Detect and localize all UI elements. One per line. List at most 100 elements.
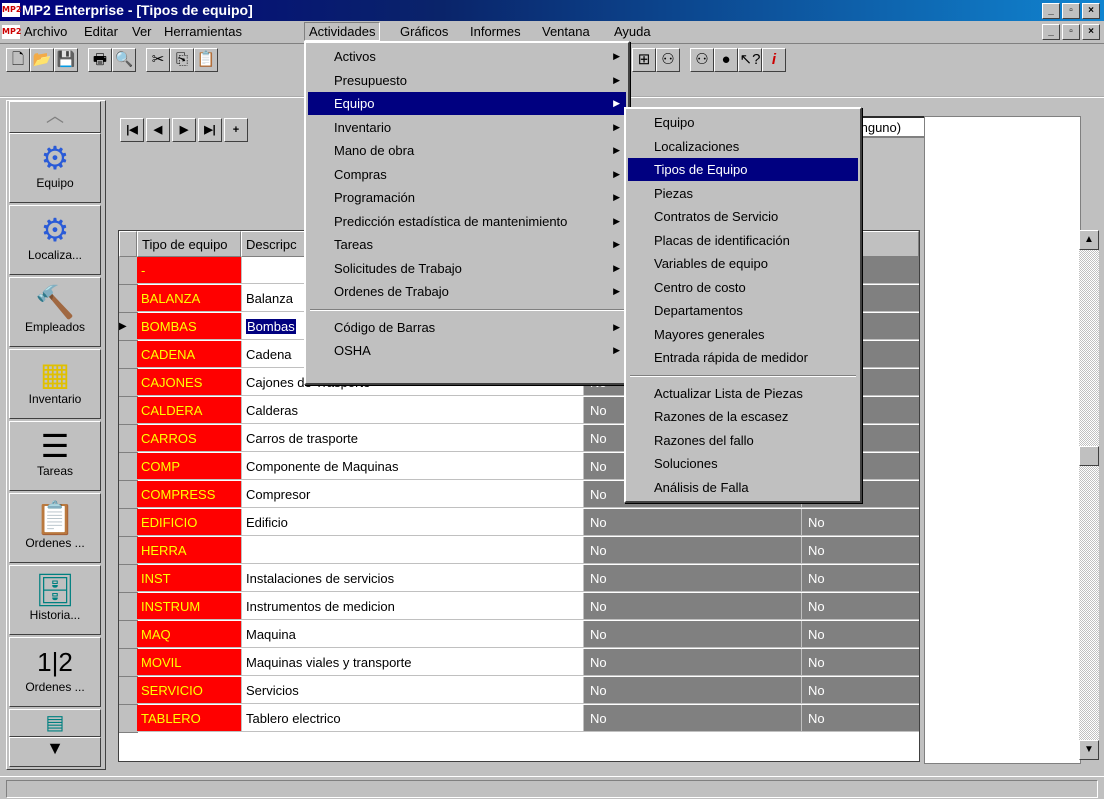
cell-variable[interactable]: No (801, 649, 919, 676)
vertical-scrollbar[interactable]: ▲ ▼ (1079, 230, 1099, 760)
menu-item-ordenes-de-trabajo[interactable]: Ordenes de Trabajo ▶ (308, 280, 626, 303)
cell-variable[interactable]: No (801, 621, 919, 648)
menu-item-equipo[interactable]: Equipo (628, 111, 858, 134)
doc-restore-button[interactable]: ▫ (1062, 24, 1080, 40)
menu-item-centro-de-costo[interactable]: Centro de costo (628, 276, 858, 299)
row-indicator[interactable] (119, 285, 138, 313)
menu-item-localizaciones[interactable]: Localizaciones (628, 135, 858, 158)
cell-tipo[interactable]: CALDERA (137, 397, 241, 424)
row-indicator[interactable] (119, 621, 138, 649)
cell-tipo[interactable]: COMPRESS (137, 481, 241, 508)
menu-item-mayores-generales[interactable]: Mayores generales (628, 323, 858, 346)
table-row[interactable]: SERVICIO Servicios No No (119, 677, 919, 705)
menu-item-solicitudes-de-trabajo[interactable]: Solicitudes de Trabajo ▶ (308, 257, 626, 280)
cell-descripcion[interactable]: Tablero electrico (241, 705, 583, 732)
menu-ayuda[interactable]: Ayuda (614, 24, 651, 39)
table-row[interactable]: INST Instalaciones de servicios No No (119, 565, 919, 593)
cell-col3[interactable]: No (583, 705, 801, 732)
cell-descripcion[interactable]: Instalaciones de servicios (241, 565, 583, 592)
row-indicator[interactable] (119, 593, 138, 621)
row-indicator[interactable] (119, 397, 138, 425)
scroll-up-button[interactable]: ︿ (9, 101, 101, 133)
cell-tipo[interactable]: MOVIL (137, 649, 241, 676)
row-indicator[interactable] (119, 453, 138, 481)
menu-item-inventario[interactable]: Inventario ▶ (308, 116, 626, 139)
menu-item-piezas[interactable]: Piezas (628, 182, 858, 205)
cell-tipo[interactable]: EDIFICIO (137, 509, 241, 536)
table-row[interactable]: MOVIL Maquinas viales y transporte No No (119, 649, 919, 677)
menu-ventana[interactable]: Ventana (542, 24, 590, 39)
row-indicator[interactable] (119, 341, 138, 369)
col-header-tipo[interactable]: Tipo de equipo (137, 231, 241, 257)
find-next-icon[interactable]: ⚇ (690, 48, 714, 72)
menu-item-programaci-n[interactable]: Programación ▶ (308, 186, 626, 209)
menu-item-variables-de-equipo[interactable]: Variables de equipo (628, 252, 858, 275)
cell-tipo[interactable]: CARROS (137, 425, 241, 452)
paste-icon[interactable]: 📋 (194, 48, 218, 72)
menu-item-presupuesto[interactable]: Presupuesto ▶ (308, 69, 626, 92)
menu-ver[interactable]: Ver (132, 24, 152, 39)
cell-col3[interactable]: No (583, 537, 801, 564)
print-preview-icon[interactable]: 🔍 (112, 48, 136, 72)
row-indicator[interactable] (119, 509, 138, 537)
cut-icon[interactable]: ✂ (146, 48, 170, 72)
menu-actividades[interactable]: Actividades (304, 22, 381, 41)
cell-col3[interactable]: No (583, 621, 801, 648)
cell-descripcion[interactable]: Servicios (241, 677, 583, 704)
menu-item-placas-de-identificaci-n[interactable]: Placas de identificación (628, 229, 858, 252)
sidebar-item-tareas[interactable]: ☰ Tareas (9, 421, 101, 491)
sidebar-item-calculator[interactable]: ▤ (9, 709, 101, 737)
cell-tipo[interactable]: INSTRUM (137, 593, 241, 620)
table-row[interactable]: EDIFICIO Edificio No No (119, 509, 919, 537)
new-icon[interactable]: 🗋 (6, 48, 30, 72)
next-record-button[interactable]: ▶ (172, 118, 196, 142)
sidebar-item-inventario[interactable]: ▦ Inventario (9, 349, 101, 419)
row-indicator[interactable] (119, 257, 138, 285)
row-indicator[interactable]: ▶ (119, 313, 138, 341)
cell-descripcion[interactable]: Maquina (241, 621, 583, 648)
scroll-down-arrow[interactable]: ▼ (1079, 740, 1099, 760)
menu-item-osha[interactable]: OSHA ▶ (308, 339, 626, 362)
menu-item-tipos-de-equipo[interactable]: Tipos de Equipo (628, 158, 858, 181)
sidebar-item-historia[interactable]: 🗄 Historia... (9, 565, 101, 635)
prev-record-button[interactable]: ◀ (146, 118, 170, 142)
row-indicator[interactable] (119, 649, 138, 677)
minimize-button[interactable]: _ (1042, 3, 1060, 19)
scroll-down-button[interactable]: ▼ (9, 737, 101, 767)
cell-col3[interactable]: No (583, 677, 801, 704)
cell-descripcion[interactable]: Edificio (241, 509, 583, 536)
sidebar-item-empleados[interactable]: 🔨 Empleados (9, 277, 101, 347)
menu-item-razones-de-la-escasez[interactable]: Razones de la escasez (628, 405, 858, 428)
cell-descripcion[interactable] (241, 537, 583, 564)
print-icon[interactable]: 🖶 (88, 48, 112, 72)
cell-tipo[interactable]: HERRA (137, 537, 241, 564)
filter-icon[interactable]: ⊞ (632, 48, 656, 72)
scroll-thumb[interactable] (1079, 446, 1099, 466)
stop-icon[interactable]: ● (714, 48, 738, 72)
cell-tipo[interactable]: CADENA (137, 341, 241, 368)
sidebar-item-ordenes[interactable]: 📋 Ordenes ... (9, 493, 101, 563)
menu-item-departamentos[interactable]: Departamentos (628, 299, 858, 322)
cell-tipo[interactable]: CAJONES (137, 369, 241, 396)
row-indicator[interactable] (119, 425, 138, 453)
menu-item-mano-de-obra[interactable]: Mano de obra ▶ (308, 139, 626, 162)
table-row[interactable]: HERRA No No (119, 537, 919, 565)
cell-descripcion[interactable]: Instrumentos de medicion (241, 593, 583, 620)
cell-tipo[interactable]: INST (137, 565, 241, 592)
row-indicator[interactable] (119, 677, 138, 705)
cell-variable[interactable]: No (801, 565, 919, 592)
cell-col3[interactable]: No (583, 649, 801, 676)
menu-item-soluciones[interactable]: Soluciones (628, 452, 858, 475)
menu-archivo[interactable]: Archivo (24, 24, 67, 39)
menu-editar[interactable]: Editar (84, 24, 118, 39)
document-icon[interactable]: MP2 (2, 25, 21, 39)
sidebar-item-localizaciones[interactable]: ⚙ Localiza... (9, 205, 101, 275)
first-record-button[interactable]: |◀ (120, 118, 144, 142)
cell-col3[interactable]: No (583, 509, 801, 536)
last-record-button[interactable]: ▶| (198, 118, 222, 142)
info-icon[interactable]: i (762, 48, 786, 72)
menu-item-c-digo-de-barras[interactable]: Código de Barras ▶ (308, 316, 626, 339)
menu-item-activos[interactable]: Activos ▶ (308, 45, 626, 68)
row-indicator[interactable] (119, 537, 138, 565)
cell-tipo[interactable]: TABLERO (137, 705, 241, 732)
